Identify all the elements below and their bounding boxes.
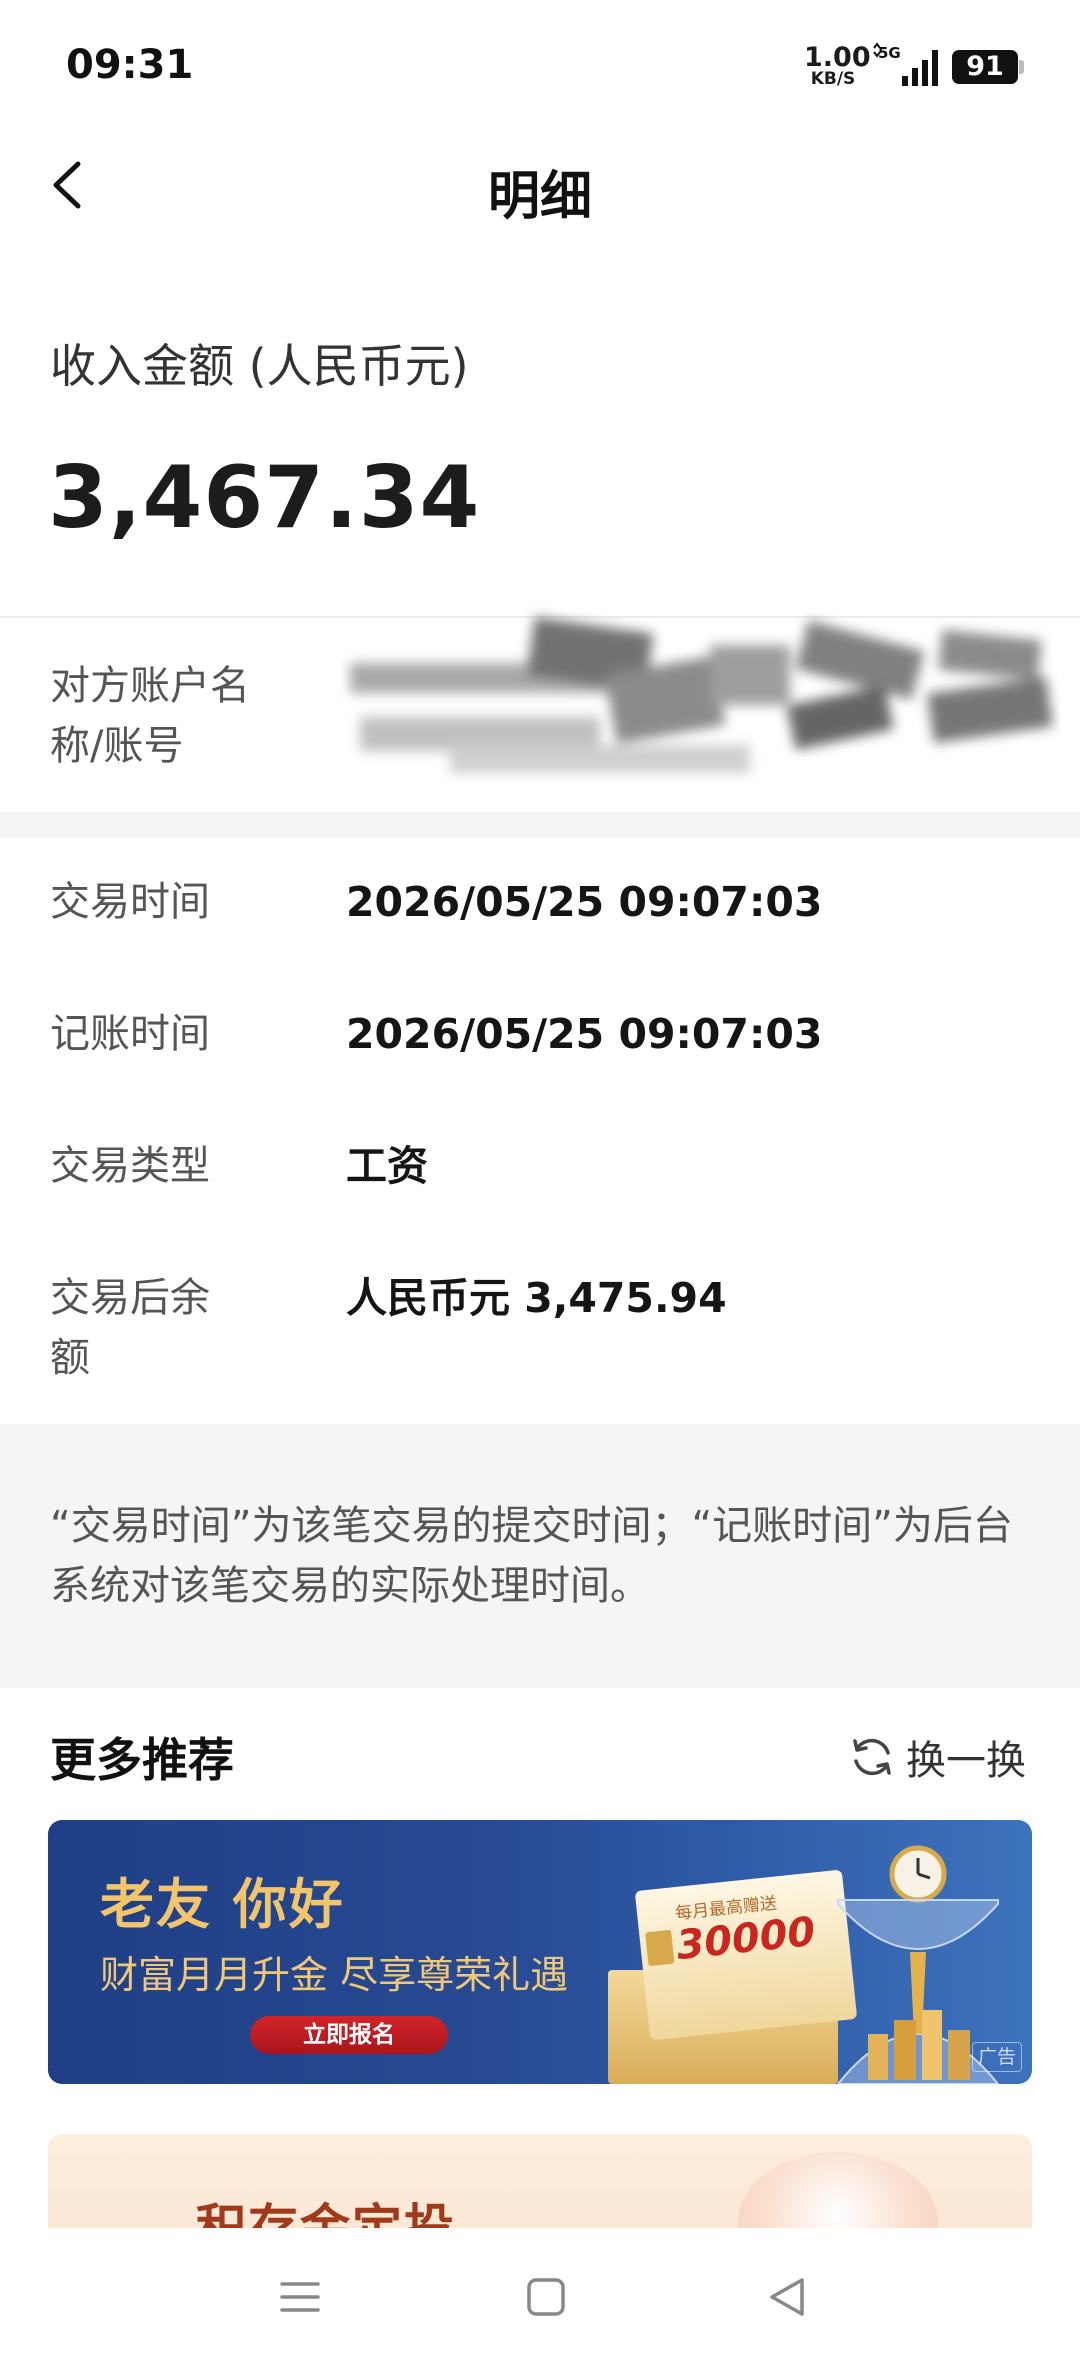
detail-value-transaction-type: 工资: [346, 1142, 428, 1190]
signal-5g-icon: 5G: [873, 42, 938, 86]
gift-icon: [645, 1929, 675, 1967]
redacted-account-scribble: [350, 616, 1053, 773]
amount-label: 收入金额 (人民币元): [50, 339, 469, 393]
promo-banner-wealth[interactable]: 老友 你好 财富月月升金 尽享尊荣礼遇 立即报名 每月最高赠送 30000 广告: [48, 1820, 1032, 2084]
counterparty-label: 对方账户名称/账号: [50, 663, 250, 769]
refresh-label: 换一换: [906, 1738, 1026, 1784]
page-title: 明细: [487, 167, 592, 227]
battery-icon: 91: [952, 50, 1018, 84]
network-speed: 1.00 KB/S: [804, 42, 871, 89]
time-explanation-note: “交易时间”为该笔交易的提交时间；“记账时间”为后台系统对该笔交易的实际处理时间…: [0, 1424, 1080, 1688]
ad-tag: 广告: [972, 2042, 1022, 2072]
refresh-icon: [853, 1738, 891, 1776]
detail-label-transaction-time: 交易时间: [50, 879, 210, 925]
banner-headline: 老友 你好: [100, 1873, 345, 1936]
network-speed-unit: KB/S: [810, 69, 856, 89]
battery-tip: [1019, 60, 1024, 74]
amount-value: 3,467.34: [48, 448, 481, 548]
network-speed-value: 1.00: [804, 42, 871, 73]
battery-level: 91: [966, 51, 1004, 82]
detail-label-balance-after: 交易后余额: [50, 1275, 210, 1381]
register-now-button[interactable]: 立即报名: [250, 2016, 448, 2054]
detail-label-posting-time: 记账时间: [50, 1011, 210, 1057]
detail-value-posting-time: 2026/05/25 09:07:03: [346, 1010, 823, 1058]
recommend-title: 更多推荐: [50, 1733, 234, 1787]
network-type-label: 5G: [878, 44, 901, 62]
back-triangle-icon[interactable]: [758, 2272, 818, 2322]
nav-header: 明细: [0, 132, 1080, 242]
refresh-button[interactable]: 换一换: [848, 1726, 1026, 1788]
status-time: 09:31: [66, 42, 194, 88]
note-text: “交易时间”为该笔交易的提交时间；“记账时间”为后台系统对该笔交易的实际处理时间…: [50, 1503, 1013, 1609]
detail-value-transaction-time: 2026/05/25 09:07:03: [346, 878, 823, 926]
menu-icon[interactable]: [270, 2272, 330, 2322]
system-nav-bar: [0, 2228, 1080, 2362]
detail-value-balance-after: 人民币元 3,475.94: [346, 1274, 727, 1322]
detail-label-transaction-type: 交易类型: [50, 1143, 210, 1189]
banner-subline: 财富月月升金 尽享尊荣礼遇: [100, 1953, 569, 1997]
home-square-icon[interactable]: [516, 2272, 576, 2322]
section-divider: [0, 812, 1080, 838]
status-bar: 09:31 1.00 KB/S 5G 91: [0, 0, 1080, 132]
